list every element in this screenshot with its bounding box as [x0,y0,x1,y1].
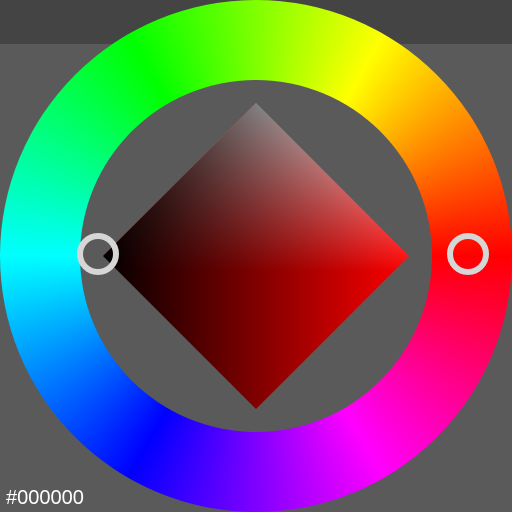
saturation-value-marker[interactable] [77,233,119,275]
color-picker [0,0,512,512]
hue-marker[interactable] [447,233,489,275]
hex-value-label: #000000 [6,487,84,509]
